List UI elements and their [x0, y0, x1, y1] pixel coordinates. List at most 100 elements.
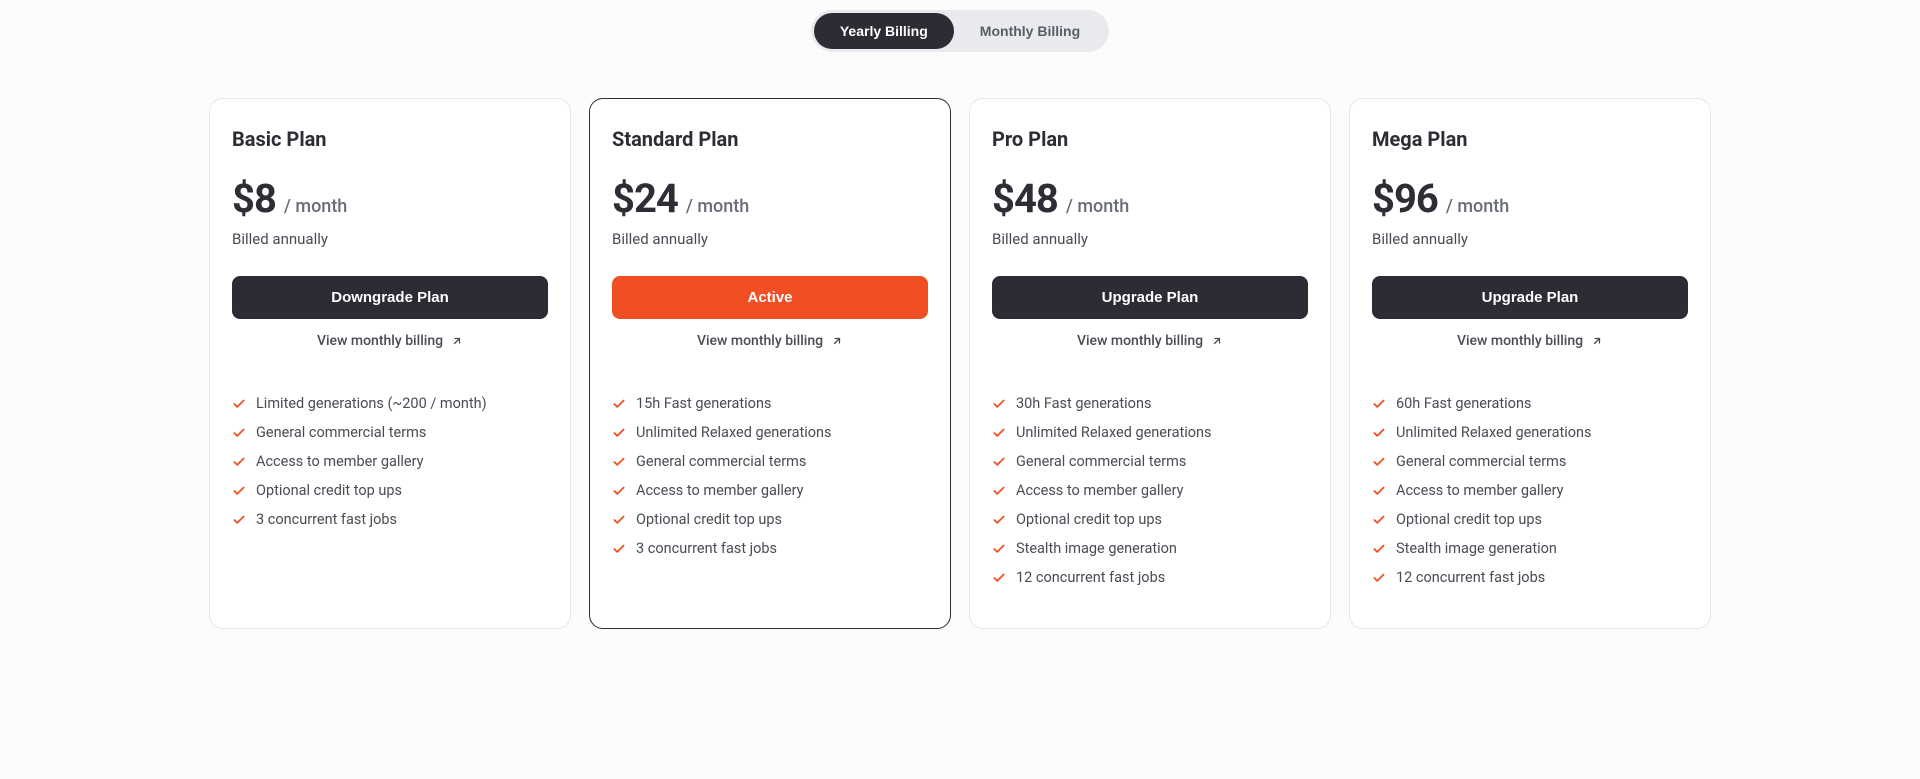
check-icon [992, 542, 1006, 556]
plan-features: 15h Fast generations Unlimited Relaxed ge… [612, 389, 928, 563]
plan-feature-item: Optional credit top ups [1372, 505, 1688, 534]
plan-price-row: $24 / month [612, 175, 928, 222]
view-monthly-billing-label: View monthly billing [1077, 333, 1203, 349]
plans-grid: Basic Plan$8/ monthBilled annuallyDowngr… [0, 98, 1920, 629]
check-icon [232, 426, 246, 440]
plan-feature-text: 12 concurrent fast jobs [1396, 569, 1545, 586]
check-icon [1372, 542, 1386, 556]
view-monthly-billing-label: View monthly billing [697, 333, 823, 349]
plan-feature-text: 15h Fast generations [636, 395, 771, 412]
view-monthly-billing-link[interactable]: View monthly billing [992, 333, 1308, 349]
check-icon [1372, 513, 1386, 527]
billing-toggle-monthly[interactable]: Monthly Billing [954, 13, 1106, 49]
plan-bill-note: Billed annually [1372, 230, 1688, 248]
arrow-up-right-icon [1591, 335, 1603, 347]
check-icon [1372, 455, 1386, 469]
plan-feature-text: General commercial terms [636, 453, 806, 470]
check-icon [1372, 426, 1386, 440]
plan-feature-item: General commercial terms [992, 447, 1308, 476]
view-monthly-billing-link[interactable]: View monthly billing [612, 333, 928, 349]
check-icon [1372, 484, 1386, 498]
check-icon [612, 455, 626, 469]
plan-cta-button[interactable]: Active [612, 276, 928, 319]
plan-feature-item: 12 concurrent fast jobs [1372, 563, 1688, 592]
plan-features: Limited generations (~200 / month) Genera… [232, 389, 548, 534]
plan-feature-text: General commercial terms [1396, 453, 1566, 470]
billing-toggle-yearly[interactable]: Yearly Billing [814, 13, 954, 49]
arrow-up-right-icon [1211, 335, 1223, 347]
plan-period: / month [686, 196, 749, 217]
plan-feature-text: General commercial terms [256, 424, 426, 441]
plan-feature-text: Optional credit top ups [256, 482, 402, 499]
plan-feature-item: Limited generations (~200 / month) [232, 389, 548, 418]
plan-card: Standard Plan $24 / month Billed annually Ac… [589, 98, 951, 629]
check-icon [232, 455, 246, 469]
plan-features: 30h Fast generations Unlimited Relaxed ge… [992, 389, 1308, 592]
check-icon [992, 484, 1006, 498]
plan-feature-text: 3 concurrent fast jobs [256, 511, 397, 528]
plan-feature-item: Optional credit top ups [992, 505, 1308, 534]
plan-name: Standard Plan [612, 127, 928, 151]
plan-price: $24 [612, 175, 678, 222]
plan-feature-item: Unlimited Relaxed generations [612, 418, 928, 447]
plan-bill-note: Billed annually [232, 230, 548, 248]
arrow-up-right-icon [451, 335, 463, 347]
check-icon [232, 513, 246, 527]
plan-feature-text: Unlimited Relaxed generations [1016, 424, 1212, 441]
plan-feature-item: Access to member gallery [992, 476, 1308, 505]
plan-feature-text: Stealth image generation [1396, 540, 1557, 557]
plan-name: Pro Plan [992, 127, 1308, 151]
plan-price-row: $96 / month [1372, 175, 1688, 222]
plan-price: $96 [1372, 175, 1438, 222]
plan-feature-text: Optional credit top ups [1016, 511, 1162, 528]
plan-feature-text: 12 concurrent fast jobs [1016, 569, 1165, 586]
plan-feature-item: Optional credit top ups [232, 476, 548, 505]
plan-feature-item: 12 concurrent fast jobs [992, 563, 1308, 592]
arrow-up-right-icon [831, 335, 843, 347]
plan-feature-text: General commercial terms [1016, 453, 1186, 470]
billing-toggle: Yearly Billing Monthly Billing [811, 10, 1109, 52]
check-icon [612, 513, 626, 527]
plan-feature-text: Unlimited Relaxed generations [636, 424, 832, 441]
plan-cta-button[interactable]: Downgrade Plan [232, 276, 548, 319]
plan-feature-text: Access to member gallery [636, 482, 804, 499]
check-icon [992, 397, 1006, 411]
check-icon [992, 571, 1006, 585]
plan-feature-item: General commercial terms [612, 447, 928, 476]
plan-feature-item: 60h Fast generations [1372, 389, 1688, 418]
plan-cta-button[interactable]: Upgrade Plan [1372, 276, 1688, 319]
plan-feature-item: Optional credit top ups [612, 505, 928, 534]
plan-bill-note: Billed annually [992, 230, 1308, 248]
plan-period: / month [1446, 196, 1509, 217]
plan-bill-note: Billed annually [612, 230, 928, 248]
check-icon [992, 513, 1006, 527]
plan-feature-item: Access to member gallery [1372, 476, 1688, 505]
plan-feature-item: Access to member gallery [612, 476, 928, 505]
plan-feature-text: Unlimited Relaxed generations [1396, 424, 1592, 441]
plan-feature-item: 3 concurrent fast jobs [612, 534, 928, 563]
view-monthly-billing-link[interactable]: View monthly billing [232, 333, 548, 349]
check-icon [992, 455, 1006, 469]
plan-period: / month [284, 196, 347, 217]
view-monthly-billing-link[interactable]: View monthly billing [1372, 333, 1688, 349]
plan-feature-text: Access to member gallery [256, 453, 424, 470]
plan-feature-text: Optional credit top ups [1396, 511, 1542, 528]
plan-name: Basic Plan [232, 127, 548, 151]
plan-cta-button[interactable]: Upgrade Plan [992, 276, 1308, 319]
plan-price-row: $48 / month [992, 175, 1308, 222]
plan-feature-text: 3 concurrent fast jobs [636, 540, 777, 557]
check-icon [1372, 397, 1386, 411]
plan-card: Basic Plan$8/ monthBilled annuallyDowngr… [209, 98, 571, 629]
plan-feature-item: 30h Fast generations [992, 389, 1308, 418]
plan-feature-text: Limited generations (~200 / month) [256, 395, 487, 412]
plan-card: Pro Plan $48 / month Billed annually Upgrade… [969, 98, 1331, 629]
check-icon [612, 542, 626, 556]
plan-feature-text: Optional credit top ups [636, 511, 782, 528]
plan-period: / month [1066, 196, 1129, 217]
plan-feature-item: General commercial terms [1372, 447, 1688, 476]
plan-feature-item: 15h Fast generations [612, 389, 928, 418]
plan-feature-text: 60h Fast generations [1396, 395, 1531, 412]
plan-price: $48 [992, 175, 1058, 222]
check-icon [232, 484, 246, 498]
plan-feature-item: Unlimited Relaxed generations [992, 418, 1308, 447]
